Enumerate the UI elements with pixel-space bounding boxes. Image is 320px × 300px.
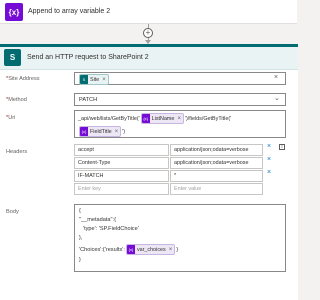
body-text-line: { <box>79 208 81 214</box>
site-address-label: *Site Address <box>6 76 40 82</box>
variable-icon: {x} <box>141 114 150 123</box>
fieldtitle-token[interactable]: {x} FieldTitle × <box>79 126 122 137</box>
uri-text: _api/web/lists/GetByTitle(' <box>78 115 140 122</box>
remove-token-icon[interactable]: × <box>169 247 173 253</box>
header-value-field[interactable]: application/json;odata=verbose <box>170 144 263 156</box>
sharepoint-icon: S <box>4 49 21 66</box>
delete-row-icon[interactable]: × <box>267 156 271 163</box>
header-key-input[interactable]: Enter key <box>74 183 169 195</box>
action-title: Append to array variable 2 <box>28 8 111 15</box>
listname-token[interactable]: {x} ListName × <box>140 113 184 124</box>
card-header[interactable]: S Send an HTTP request to SharePoint 2 <box>0 47 298 70</box>
body-text-line: } <box>79 257 81 263</box>
uri-field[interactable]: _api/web/lists/GetByTitle(' {x} ListName × '… <box>74 110 286 138</box>
clear-icon[interactable]: × <box>274 74 278 81</box>
headers-label: Headers <box>6 149 28 155</box>
header-value-input[interactable]: Enter value <box>170 183 263 195</box>
header-key-field[interactable]: IF-MATCH <box>74 170 169 182</box>
site-token[interactable]: S Site × <box>79 74 109 85</box>
method-value: PATCH <box>79 97 98 103</box>
sharepoint-http-request-card: S Send an HTTP request to SharePoint 2 *… <box>0 44 298 300</box>
remove-token-icon[interactable]: × <box>102 77 106 83</box>
method-label: *Method <box>6 97 27 103</box>
body-label: Body <box>6 209 19 215</box>
delete-row-icon[interactable]: × <box>267 169 271 176</box>
body-text-line: 'Choices':{'results': {x} var_choices ×} <box>79 244 178 255</box>
variable-icon: {x} <box>5 3 23 21</box>
action-title: Send an HTTP request to SharePoint 2 <box>27 54 149 61</box>
remove-token-icon[interactable]: × <box>177 116 181 122</box>
delete-row-icon[interactable]: × <box>267 143 271 150</box>
var-choices-token[interactable]: {x} var_choices × <box>125 244 176 255</box>
uri-text: ') <box>122 128 126 135</box>
uri-label: *Uri <box>6 115 16 121</box>
header-key-field[interactable]: accept <box>74 144 169 156</box>
body-text-line: "__metadata":{ <box>79 217 116 223</box>
remove-token-icon[interactable]: × <box>115 129 119 135</box>
method-select[interactable]: PATCH ⌄ <box>74 93 286 106</box>
add-step-icon[interactable]: + <box>143 28 153 38</box>
header-key-field[interactable]: Content-Type <box>74 157 169 169</box>
switch-to-text-mode-icon[interactable]: ≡ <box>279 144 285 150</box>
variable-icon: {x} <box>80 127 88 136</box>
sharepoint-icon: S <box>80 75 88 84</box>
header-value-field[interactable]: application/json;odata=verbose <box>170 157 263 169</box>
site-address-field[interactable]: S Site × × <box>74 72 286 85</box>
body-text-line: 'type': 'SP.FieldChoice' <box>83 226 139 232</box>
body-field[interactable]: { "__metadata":{ 'type': 'SP.FieldChoice… <box>74 204 286 272</box>
body-text-line: }, <box>79 235 83 241</box>
append-to-array-variable-card[interactable]: {x} Append to array variable 2 <box>0 0 297 24</box>
variable-icon: {x} <box>126 245 135 254</box>
header-value-field[interactable]: * <box>170 170 263 182</box>
uri-text: ')/fields/GetByTitle(' <box>184 115 232 122</box>
chevron-down-icon[interactable]: ⌄ <box>274 94 280 102</box>
